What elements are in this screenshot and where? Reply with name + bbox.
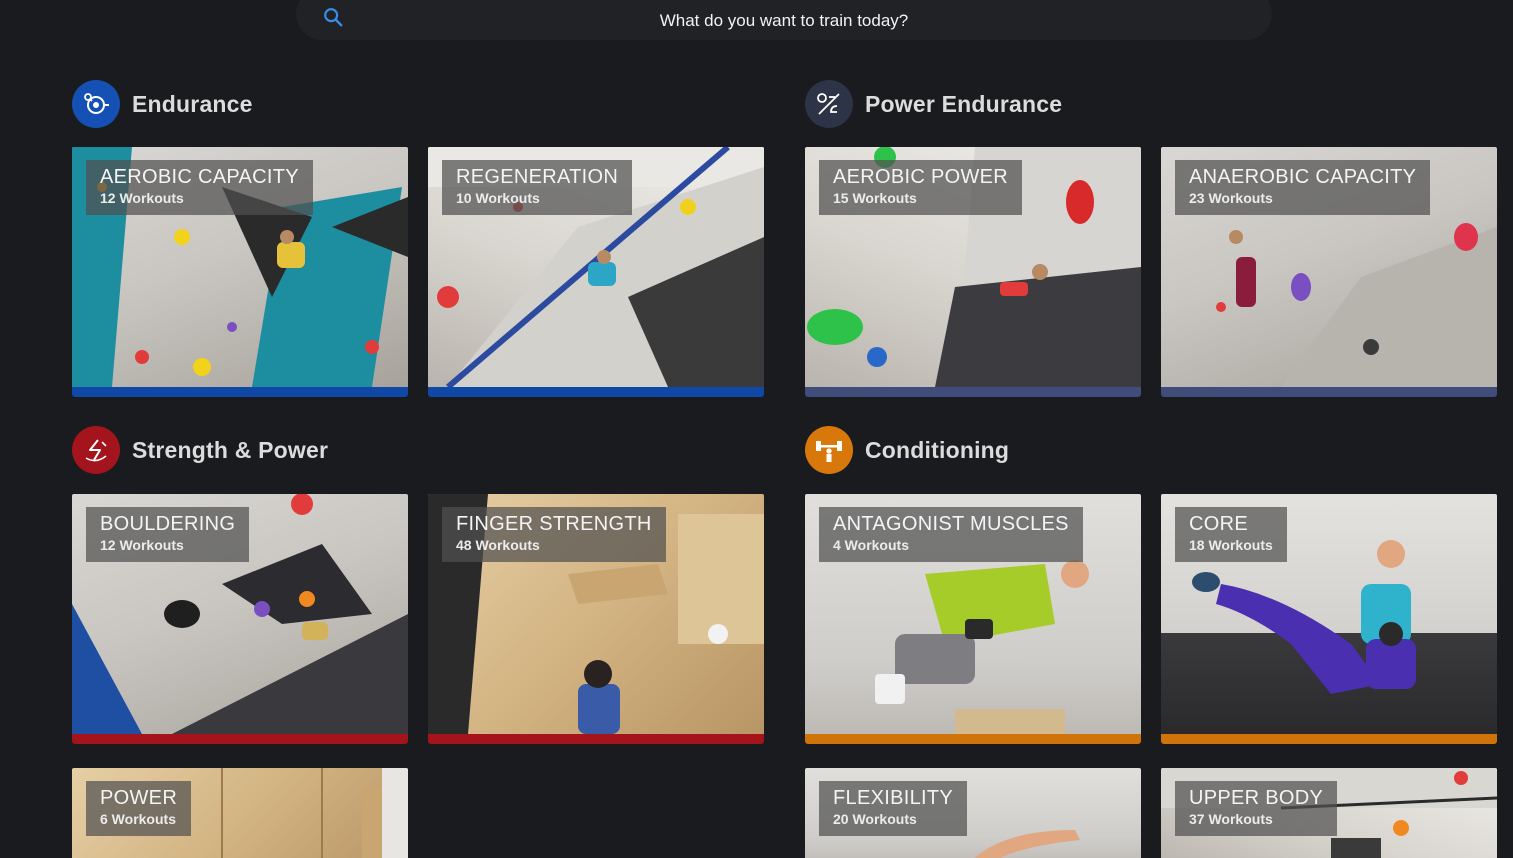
workout-count: 4 Workouts <box>833 537 909 553</box>
search-icon[interactable] <box>322 6 344 28</box>
card-label: FLEXIBILITY 20 Workouts <box>819 781 968 836</box>
card-label: CORE 18 Workouts <box>1175 507 1287 562</box>
category-stripe <box>805 734 1141 744</box>
search-bar[interactable]: What do you want to train today? <box>296 0 1272 40</box>
workout-count: 18 Workouts <box>1189 537 1273 553</box>
card-title: ANTAGONIST MUSCLES <box>833 513 1069 535</box>
category-stripe <box>72 387 408 397</box>
card-label: ANAEROBIC CAPACITY 23 Workouts <box>1175 160 1431 215</box>
card-label: POWER 6 Workouts <box>86 781 192 836</box>
card-title: ANAEROBIC CAPACITY <box>1189 166 1417 188</box>
card-title: AEROBIC POWER <box>833 166 1009 188</box>
card-flexibility[interactable]: FLEXIBILITY 20 Workouts <box>805 768 1141 858</box>
card-regeneration[interactable]: REGENERATION 10 Workouts <box>428 147 764 397</box>
card-label: AEROBIC POWER 15 Workouts <box>819 160 1023 215</box>
section-title: Power Endurance <box>865 90 1063 117</box>
card-title: UPPER BODY <box>1189 787 1324 809</box>
endurance-icon <box>72 80 120 128</box>
section-header-strength-power: Strength & Power <box>72 426 328 474</box>
card-label: UPPER BODY 37 Workouts <box>1175 781 1338 836</box>
workout-count: 48 Workouts <box>456 537 540 553</box>
workout-count: 23 Workouts <box>1189 190 1273 206</box>
section-header-endurance: Endurance <box>72 80 253 128</box>
category-stripe <box>1161 387 1497 397</box>
training-categories-page: What do you want to train today? Enduran… <box>0 0 1513 858</box>
card-title: FLEXIBILITY <box>833 787 954 809</box>
section-header-power-endurance: Power Endurance <box>805 80 1062 128</box>
card-title: BOULDERING <box>100 513 236 535</box>
card-anaerobic-capacity[interactable]: ANAEROBIC CAPACITY 23 Workouts <box>1161 147 1497 397</box>
section-title: Endurance <box>132 90 253 117</box>
section-title: Strength & Power <box>132 436 329 463</box>
card-bouldering[interactable]: BOULDERING 12 Workouts <box>72 494 408 744</box>
card-label: BOULDERING 12 Workouts <box>86 507 250 562</box>
workout-count: 12 Workouts <box>100 190 184 206</box>
category-stripe <box>428 387 764 397</box>
workout-count: 12 Workouts <box>100 537 184 553</box>
card-upper-body[interactable]: UPPER BODY 37 Workouts <box>1161 768 1497 858</box>
dumbbell-icon <box>805 426 853 474</box>
card-title: AEROBIC CAPACITY <box>100 166 299 188</box>
card-title: FINGER STRENGTH <box>456 513 652 535</box>
category-stripe <box>1161 734 1497 744</box>
card-title: POWER <box>100 787 178 809</box>
category-stripe <box>805 387 1141 397</box>
workout-count: 37 Workouts <box>1189 811 1273 827</box>
workout-count: 6 Workouts <box>100 811 176 827</box>
card-label: FINGER STRENGTH 48 Workouts <box>442 507 666 562</box>
card-aerobic-capacity[interactable]: AEROBIC CAPACITY 12 Workouts <box>72 147 408 397</box>
category-stripe <box>72 734 408 744</box>
card-core[interactable]: CORE 18 Workouts <box>1161 494 1497 744</box>
section-title: Conditioning <box>865 436 1010 463</box>
power-endurance-icon <box>805 80 853 128</box>
card-label: REGENERATION 10 Workouts <box>442 160 633 215</box>
card-aerobic-power[interactable]: AEROBIC POWER 15 Workouts <box>805 147 1141 397</box>
card-label: AEROBIC CAPACITY 12 Workouts <box>86 160 313 215</box>
card-title: CORE <box>1189 513 1248 535</box>
card-antagonist-muscles[interactable]: ANTAGONIST MUSCLES 4 Workouts <box>805 494 1141 744</box>
card-finger-strength[interactable]: FINGER STRENGTH 48 Workouts <box>428 494 764 744</box>
workout-count: 20 Workouts <box>833 811 917 827</box>
card-label: ANTAGONIST MUSCLES 4 Workouts <box>819 507 1083 562</box>
card-power[interactable]: POWER 6 Workouts <box>72 768 408 858</box>
category-stripe <box>428 734 764 744</box>
strength-icon <box>72 426 120 474</box>
search-placeholder[interactable]: What do you want to train today? <box>296 0 1272 31</box>
card-title: REGENERATION <box>456 166 619 188</box>
section-header-conditioning: Conditioning <box>805 426 1009 474</box>
workout-count: 15 Workouts <box>833 190 917 206</box>
workout-count: 10 Workouts <box>456 190 540 206</box>
